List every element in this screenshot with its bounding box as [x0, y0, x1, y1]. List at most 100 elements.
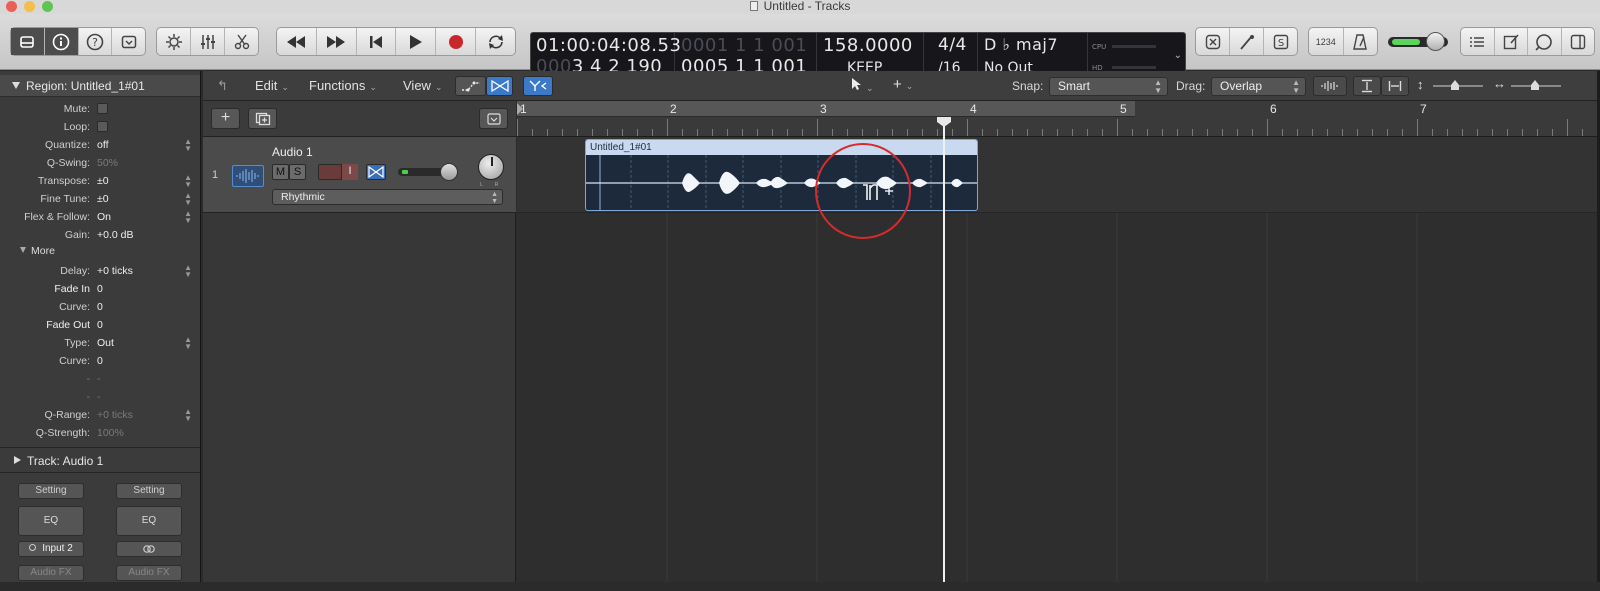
param-row-flex-follow[interactable]: Flex & Follow: On ▲ ▼: [0, 208, 200, 226]
mute-checkbox[interactable]: [97, 103, 108, 114]
track-volume-slider[interactable]: [398, 163, 458, 181]
audio-track-icon[interactable]: [232, 165, 264, 187]
fast-forward-button[interactable]: [317, 28, 357, 55]
gain-value[interactable]: +0.0 dB: [97, 226, 134, 244]
master-volume-knob[interactable]: [1426, 32, 1445, 51]
notepad-button[interactable]: [1495, 28, 1528, 55]
record-button[interactable]: [436, 28, 477, 55]
stepper-icon[interactable]: ▲ ▼: [184, 408, 192, 423]
waveform-zoom-button[interactable]: [1313, 76, 1347, 96]
q-strength-value[interactable]: 100%: [97, 424, 124, 442]
inspector-button[interactable]: [44, 28, 79, 55]
q-range-value[interactable]: +0 ticks: [97, 406, 133, 424]
play-button[interactable]: [396, 28, 437, 55]
browsers-button[interactable]: [1562, 28, 1595, 55]
stepper-icon[interactable]: ▲ ▼: [184, 264, 192, 279]
add-track-button[interactable]: +: [211, 108, 240, 129]
catch-filter-button[interactable]: [523, 76, 553, 96]
param-row-delay[interactable]: Delay: +0 ticks ▲ ▼: [0, 262, 200, 280]
param-row-curve-in[interactable]: Curve: 0: [0, 298, 200, 316]
strip2-eq[interactable]: EQ: [116, 506, 182, 536]
rewind-button[interactable]: [277, 28, 317, 55]
horizontal-zoom-handle[interactable]: [1531, 80, 1539, 90]
quick-help-button[interactable]: ?: [79, 28, 113, 55]
vertical-fit-button[interactable]: [1353, 76, 1381, 96]
qswing-value[interactable]: 50%: [97, 154, 118, 172]
arrange-area[interactable]: 1 2 3 4 5 6 7 Untitled_1#01: [517, 101, 1600, 582]
param-row-gain[interactable]: Gain: +0.0 dB: [0, 226, 200, 244]
stepper-icon[interactable]: ▲ ▼: [184, 174, 192, 189]
volume-knob[interactable]: [440, 163, 458, 181]
metronome-button[interactable]: [1344, 28, 1378, 55]
strip1-setting-button[interactable]: Setting: [18, 483, 84, 499]
editors-button[interactable]: [225, 28, 258, 55]
global-tracks-button[interactable]: [479, 108, 508, 129]
track-name[interactable]: Audio 1: [272, 145, 313, 159]
horizontal-zoom-control[interactable]: ↔: [1493, 76, 1563, 93]
vertical-zoom-control[interactable]: ↕: [1417, 77, 1485, 93]
drag-popup[interactable]: Overlap ▲ ▼: [1211, 77, 1306, 96]
fade-in-value[interactable]: 0: [97, 280, 103, 298]
stepper-icon[interactable]: ▲ ▼: [184, 138, 192, 153]
library-button[interactable]: [11, 28, 45, 55]
type-value[interactable]: Out: [97, 334, 114, 352]
mixer-button[interactable]: [191, 28, 225, 55]
flex-mode-popup[interactable]: Rhythmic ▲ ▼: [272, 189, 503, 205]
more-section-toggle[interactable]: More: [20, 245, 55, 257]
strip1-eq[interactable]: EQ: [18, 506, 84, 536]
param-row-qswing[interactable]: Q-Swing: 50%: [0, 154, 200, 172]
command-click-tool-menu[interactable]: + ⌄: [893, 76, 913, 93]
flex-follow-value[interactable]: On: [97, 208, 111, 226]
stepper-icon[interactable]: ▲ ▼: [184, 192, 192, 207]
param-row-curve-out[interactable]: Curve: 0: [0, 352, 200, 370]
snap-popup[interactable]: Smart ▲ ▼: [1049, 77, 1168, 96]
smart-controls-button[interactable]: [157, 28, 191, 55]
mute-button[interactable]: M: [272, 164, 289, 180]
strip2-audio-fx-slot[interactable]: Audio FX: [116, 565, 182, 581]
horizontal-fit-button[interactable]: [1381, 76, 1409, 96]
strip1-input-slot[interactable]: Input 2: [18, 541, 84, 557]
go-to-beginning-button[interactable]: [357, 28, 397, 55]
track-inspector-header[interactable]: Track: Audio 1: [0, 447, 200, 473]
back-button[interactable]: ↰: [217, 78, 228, 94]
list-editors-button[interactable]: [1461, 28, 1495, 55]
toolbar-button[interactable]: [112, 28, 145, 55]
left-click-tool-menu[interactable]: ⌄: [850, 77, 874, 94]
automation-button[interactable]: [455, 76, 486, 96]
transpose-value[interactable]: ±0: [97, 172, 109, 190]
track-header[interactable]: 1 Audio 1 M S I LR Rhythmic ▲ ▼: [203, 137, 516, 213]
param-row-transpose[interactable]: Transpose: ±0 ▲ ▼: [0, 172, 200, 190]
param-row-fade-in[interactable]: Fade In 0: [0, 280, 200, 298]
playhead[interactable]: [943, 119, 945, 582]
region-inspector-header[interactable]: Region: Untitled_1#01: [0, 75, 200, 97]
param-row-type[interactable]: Type: Out ▲ ▼: [0, 334, 200, 352]
stepper-icon[interactable]: ▲ ▼: [184, 336, 192, 351]
duplicate-track-button[interactable]: [248, 108, 277, 129]
curve-out-value[interactable]: 0: [97, 352, 103, 370]
param-row-quantize[interactable]: Quantize: off ▲ ▼: [0, 136, 200, 154]
param-row-q-range[interactable]: Q-Range: +0 ticks ▲ ▼: [0, 406, 200, 424]
track-flex-button[interactable]: [366, 164, 386, 180]
tuner-button[interactable]: [1230, 28, 1264, 55]
cycle-button[interactable]: [476, 28, 515, 55]
loop-checkbox[interactable]: [97, 121, 108, 132]
curve-in-value[interactable]: 0: [97, 298, 103, 316]
audio-region[interactable]: Untitled_1#01: [585, 139, 978, 211]
loop-browser-button[interactable]: [1528, 28, 1562, 55]
fade-out-value[interactable]: 0: [97, 316, 103, 334]
flex-view-button[interactable]: [486, 76, 513, 96]
edit-menu[interactable]: Edit ⌄: [255, 78, 289, 93]
master-volume-slider[interactable]: [1388, 32, 1448, 51]
replace-button[interactable]: [1196, 28, 1230, 55]
track-lane[interactable]: Untitled_1#01: [517, 137, 1600, 213]
pan-knob[interactable]: [478, 154, 504, 180]
param-row-fine-tune[interactable]: Fine Tune: ±0 ▲ ▼: [0, 190, 200, 208]
strip2-link-button[interactable]: [116, 541, 182, 557]
delay-value[interactable]: +0 ticks: [97, 262, 133, 280]
solo-mode-button[interactable]: S: [1264, 28, 1297, 55]
stepper-icon[interactable]: ▲ ▼: [184, 210, 192, 225]
input-monitoring-button[interactable]: I: [341, 164, 358, 180]
strip1-audio-fx-slot[interactable]: Audio FX: [18, 565, 84, 581]
fine-tune-value[interactable]: ±0: [97, 190, 109, 208]
bar-ruler[interactable]: 1 2 3 4 5 6 7: [517, 101, 1600, 137]
